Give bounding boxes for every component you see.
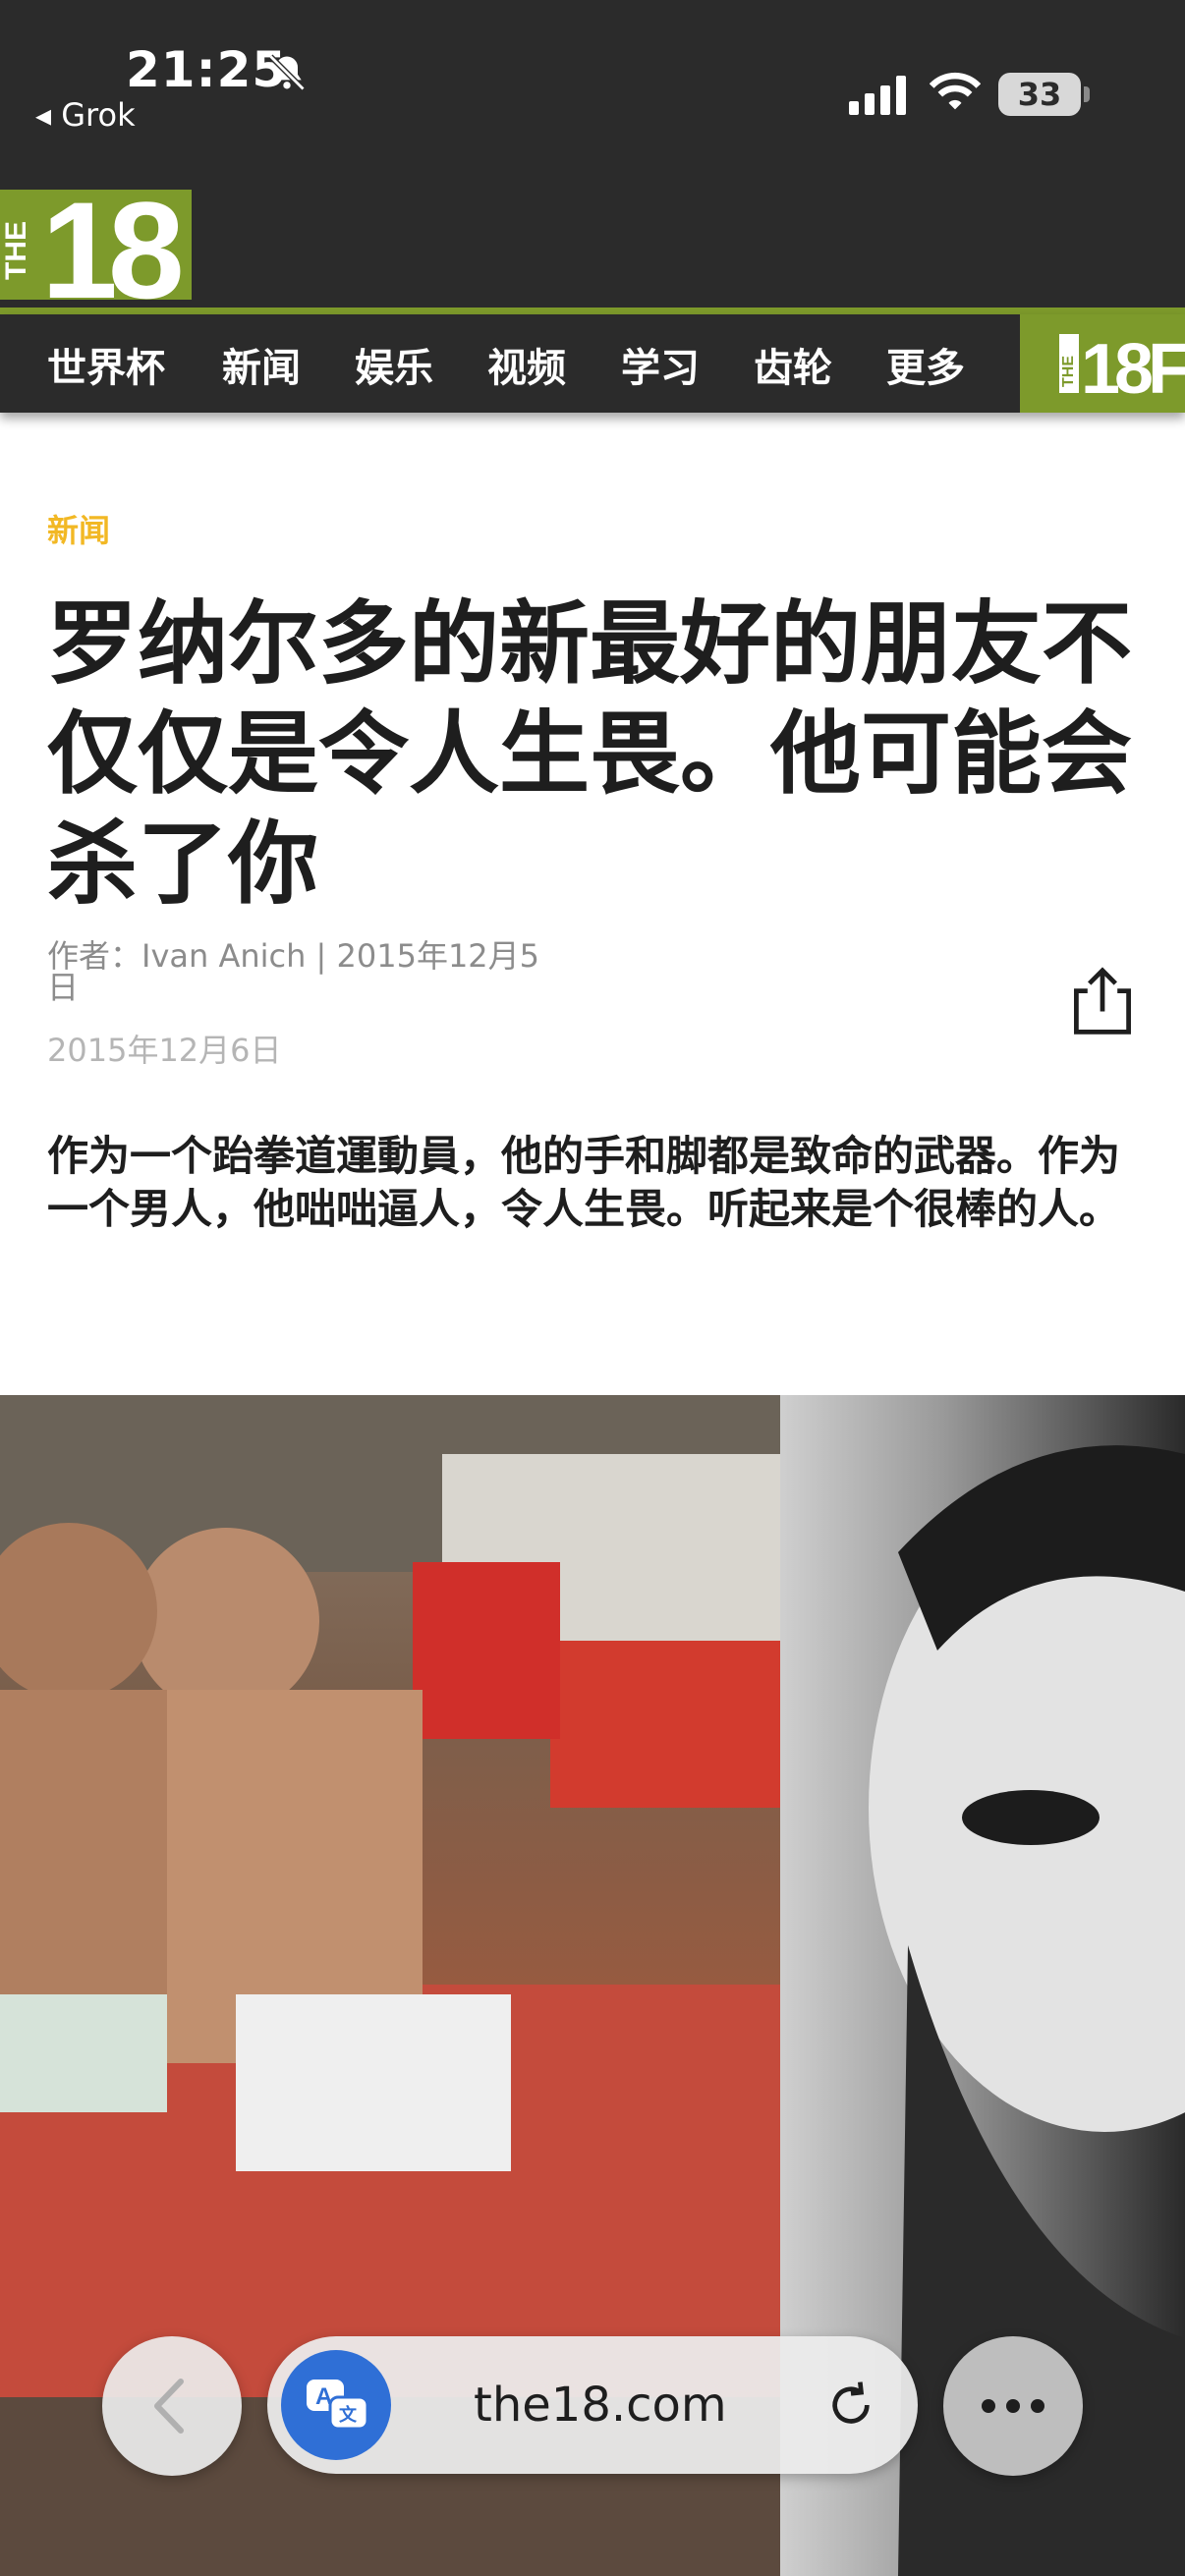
wifi-icon [930, 72, 981, 110]
svg-text:THE: THE [0, 221, 32, 280]
cellular-signal-icon [849, 76, 906, 115]
nav-item-learn[interactable]: 学习 [621, 336, 700, 393]
share-icon[interactable] [1065, 965, 1140, 1039]
article-headline: 罗纳尔多的新最好的朋友不仅仅是令人生畏。他可能会杀了你 [47, 591, 1133, 917]
url-text: the18.com [474, 2378, 727, 2433]
back-to-app-link[interactable]: ◂ Grok [35, 96, 136, 134]
the18-fu-badge[interactable]: THE 18FU [1020, 314, 1185, 413]
nav-item-entertainment[interactable]: 娱乐 [355, 336, 433, 393]
nav-item-video[interactable]: 视频 [487, 336, 566, 393]
nav-item-gear[interactable]: 齿轮 [754, 336, 832, 393]
svg-text:THE: THE [1060, 356, 1077, 387]
translate-button[interactable]: A 文 [281, 2350, 391, 2460]
section-label[interactable]: 新闻 [47, 506, 110, 551]
reload-icon[interactable] [823, 2378, 878, 2433]
article-date: 2015年12月6日 [47, 1032, 282, 1069]
main-nav: 世界杯 新闻 娱乐 视频 学习 齿轮 更多 THE 18FU [0, 314, 1185, 413]
site-header: THE 18 [0, 182, 1185, 308]
address-bar[interactable]: A 文 the18.com [267, 2336, 918, 2474]
battery-indicator: 33 [998, 73, 1081, 116]
nav-item-news[interactable]: 新闻 [222, 336, 301, 393]
svg-text:18: 18 [41, 182, 181, 308]
the18-logo[interactable]: THE 18 [0, 182, 192, 308]
status-bar: 21:25 ◂ Grok 33 [0, 0, 1185, 182]
nav-item-worldcup[interactable]: 世界杯 [47, 336, 165, 393]
battery-nub [1084, 86, 1090, 102]
bell-muted-icon [268, 54, 306, 91]
translate-icon: A 文 [307, 2380, 369, 2431]
more-options-button[interactable] [943, 2336, 1083, 2476]
chevron-left-icon [154, 2379, 184, 2434]
badge-text: 18FU [1081, 330, 1185, 409]
article-dek: 作为一个跆拳道運動員，他的手和脚都是致命的武器。作为一个男人，他咄咄逼人，令人生… [47, 1132, 1121, 1233]
article-byline: 作者：Ivan Anich | 2015年12月5日 [47, 937, 540, 1006]
clock: 21:25 [126, 41, 288, 98]
svg-text:文: 文 [339, 2404, 358, 2426]
browser-back-button[interactable] [102, 2336, 242, 2476]
nav-item-more[interactable]: 更多 [886, 336, 965, 393]
header-rule [0, 308, 1185, 314]
ellipsis-icon [982, 2399, 1044, 2413]
